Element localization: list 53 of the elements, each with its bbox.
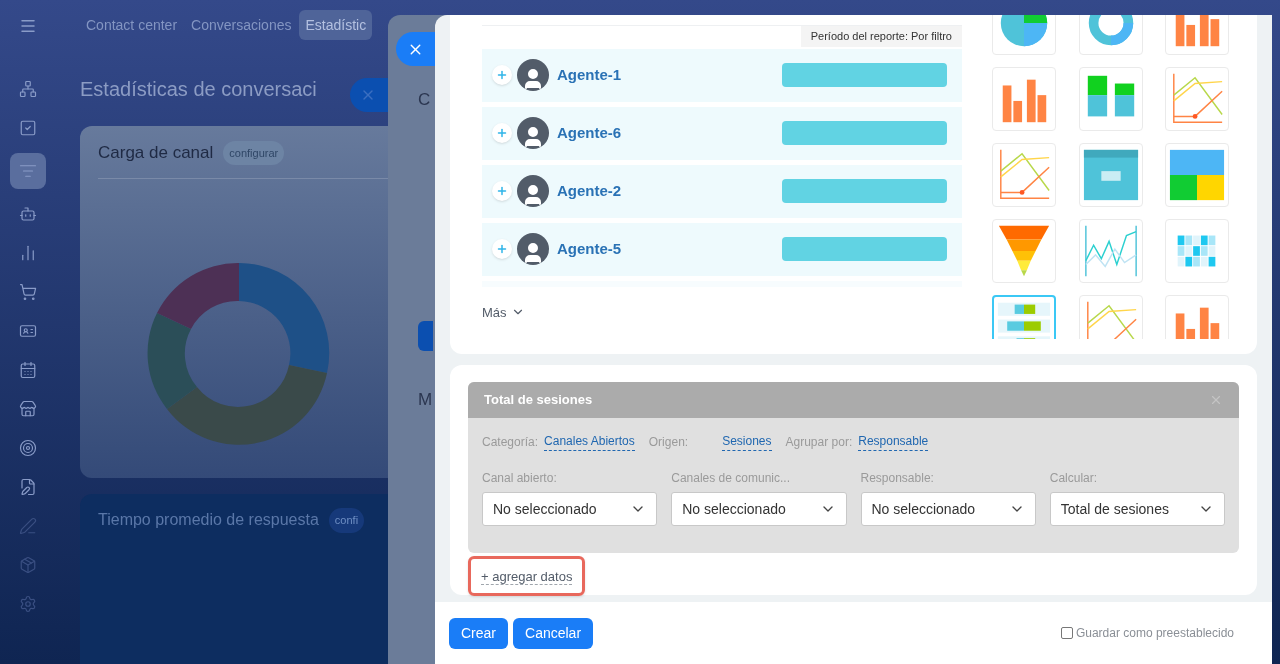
- nav-tab[interactable]: Contact center: [80, 10, 184, 40]
- filter-select[interactable]: No seleccionado: [671, 492, 847, 526]
- nav-tab[interactable]: Conversaciones: [185, 10, 298, 40]
- close-button[interactable]: [396, 32, 435, 66]
- footer-button[interactable]: Cancelar: [513, 617, 594, 649]
- close-icon: [1209, 393, 1223, 407]
- configure-button[interactable]: confi: [328, 508, 365, 533]
- card-title: Carga de canal: [98, 142, 214, 164]
- plus-icon: [496, 69, 508, 81]
- add-data-link[interactable]: + agregar datos: [481, 569, 573, 585]
- dataset-title: Total de sesiones: [484, 391, 593, 410]
- avatar-icon: [517, 59, 549, 91]
- meta-link[interactable]: Responsable: [858, 432, 929, 451]
- meta-link[interactable]: Canales Abiertos: [544, 432, 635, 451]
- filter-label: Canales de comunic...: [671, 470, 791, 487]
- card-title: Tiempo promedio de respuesta: [98, 510, 319, 531]
- plus-icon: [496, 243, 508, 255]
- expand-button[interactable]: [492, 123, 512, 143]
- plus-icon: [496, 185, 508, 197]
- filter-select[interactable]: No seleccionado: [482, 492, 658, 526]
- expand-button[interactable]: [492, 239, 512, 259]
- create-button[interactable]: [418, 320, 433, 351]
- close-button[interactable]: [350, 78, 388, 112]
- checkbox-label: Guardar como preestablecido: [1075, 625, 1234, 642]
- checkbox[interactable]: [1060, 627, 1073, 639]
- nav-tab[interactable]: Estadístic: [299, 10, 373, 40]
- expand-button[interactable]: [492, 181, 512, 201]
- panel-heading: C: [418, 89, 431, 111]
- agent-name[interactable]: Agente-2: [557, 179, 622, 203]
- filter-label: Canal abierto:: [482, 470, 558, 487]
- panel-heading: M: [418, 388, 433, 411]
- filter-label: Responsable:: [860, 470, 935, 487]
- filter-label: Calcular:: [1049, 470, 1099, 487]
- agent-name[interactable]: Agente-6: [557, 121, 622, 145]
- agent-name[interactable]: Agente-1: [557, 63, 622, 87]
- agent-name[interactable]: Agente-5: [557, 237, 622, 261]
- filter-select[interactable]: No seleccionado: [860, 492, 1036, 526]
- meta-link[interactable]: Sesiones: [722, 432, 772, 451]
- expand-button[interactable]: [492, 65, 512, 85]
- meta-label: Origen:: [648, 433, 689, 451]
- avatar-icon: [517, 233, 549, 265]
- avatar-icon: [517, 117, 549, 149]
- avatar-icon: [517, 175, 549, 207]
- meta-label: Agrupar por:: [785, 433, 853, 451]
- meta-label: Categoría:: [482, 433, 539, 451]
- configure-button[interactable]: configurar: [223, 140, 285, 165]
- plus-icon: [496, 127, 508, 139]
- more-button[interactable]: Más: [482, 302, 962, 322]
- period-label: Período del reporte: Por filtro: [800, 26, 962, 47]
- page-title: Estadísticas de conversaci: [80, 77, 317, 102]
- filter-icon[interactable]: [10, 153, 46, 189]
- footer-button[interactable]: Crear: [449, 617, 508, 649]
- filter-select[interactable]: Total de sesiones: [1049, 492, 1225, 526]
